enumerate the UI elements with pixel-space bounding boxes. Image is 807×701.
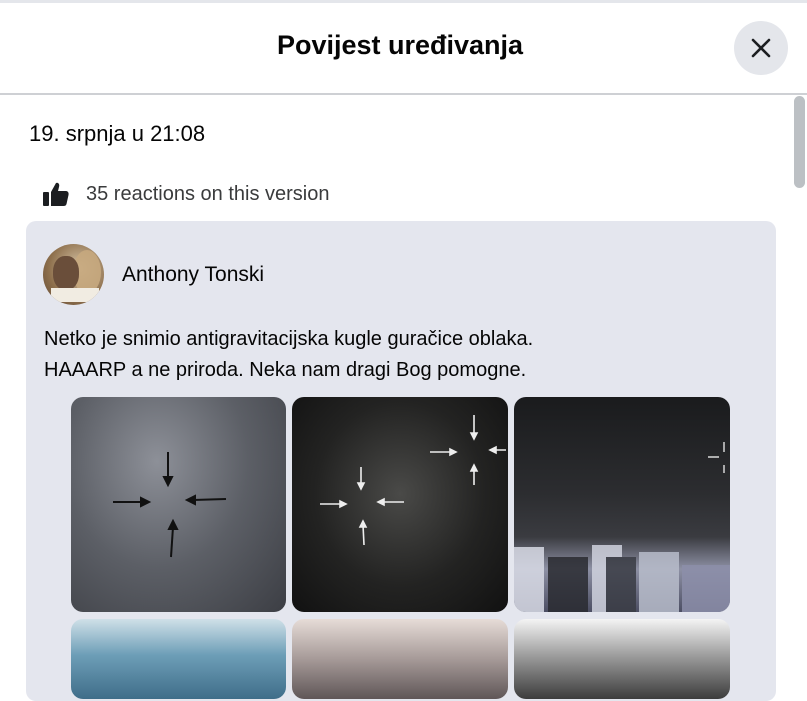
- photo-1[interactable]: [71, 397, 286, 612]
- photo-2[interactable]: [292, 397, 508, 612]
- author-name[interactable]: Anthony Tonski: [122, 263, 264, 287]
- photo-6[interactable]: [514, 619, 730, 699]
- version-date: 19. srpnja u 21:08: [29, 121, 206, 146]
- post-text: Netko je snimio antigravitacijska kugle …: [44, 324, 764, 386]
- thumbs-up-icon: [43, 182, 69, 206]
- avatar-face: [53, 256, 79, 290]
- arrow-overlay: [113, 452, 227, 558]
- post-text-line: Netko je snimio antigravitacijska kugle …: [44, 328, 534, 350]
- arrow-overlay: [320, 415, 506, 546]
- post-card: Anthony Tonski Netko je snimio antigravi…: [26, 221, 776, 701]
- scrollbar-thumb[interactable]: [794, 96, 805, 188]
- reactions-row[interactable]: 35 reactions on this version: [42, 178, 329, 210]
- avatar[interactable]: [43, 244, 104, 305]
- city-overlay: [514, 442, 730, 612]
- photo-4[interactable]: [71, 619, 286, 699]
- reactions-count: 35 reactions on this version: [86, 182, 330, 205]
- header-divider: [0, 93, 807, 95]
- dialog-title: Povijest uređivanja: [276, 30, 524, 60]
- photo-3[interactable]: [514, 397, 730, 612]
- avatar-band: [51, 288, 99, 302]
- post-text-line: HAAARP a ne priroda. Neka nam dragi Bog …: [44, 359, 527, 381]
- close-button[interactable]: [734, 21, 788, 75]
- close-icon: [751, 38, 771, 58]
- photo-5[interactable]: [292, 619, 508, 699]
- dialog-header: Povijest uređivanja: [0, 3, 807, 93]
